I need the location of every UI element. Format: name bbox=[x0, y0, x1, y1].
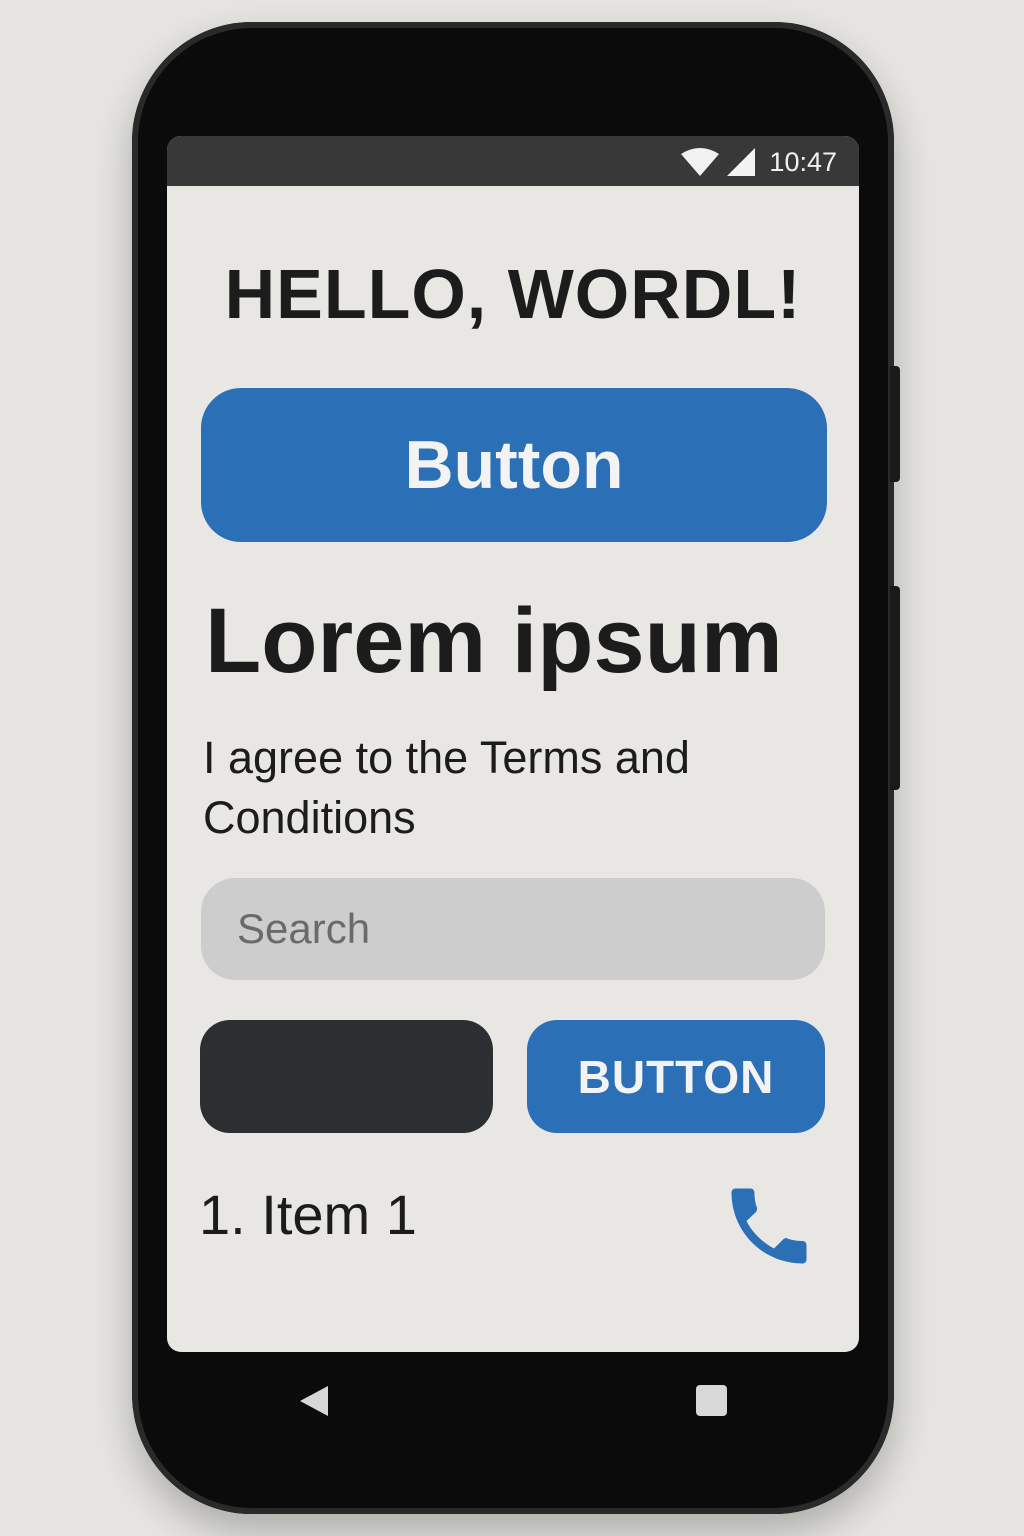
recents-icon[interactable] bbox=[696, 1385, 727, 1416]
wifi-icon bbox=[681, 148, 720, 176]
power-button bbox=[890, 586, 900, 790]
primary-button[interactable]: Button bbox=[201, 388, 827, 542]
secondary-button[interactable]: BUTTON bbox=[527, 1020, 825, 1133]
status-time: 10:47 bbox=[769, 146, 837, 177]
phone-screen: 10:47 HELLO, WORDL! Button Lorem ipsum I… bbox=[167, 136, 859, 1352]
dark-button[interactable] bbox=[200, 1020, 493, 1133]
list-item: 1. Item 1 bbox=[199, 1183, 417, 1246]
status-icons: 10:47 bbox=[681, 146, 837, 178]
page-title: HELLO, WORDL! bbox=[224, 255, 802, 333]
back-icon[interactable] bbox=[298, 1384, 332, 1418]
search-input[interactable] bbox=[201, 878, 825, 980]
phone-icon[interactable] bbox=[719, 1176, 819, 1276]
signal-icon bbox=[727, 148, 756, 176]
section-heading: Lorem ipsum bbox=[205, 590, 783, 692]
terms-text: I agree to the Terms and Conditions bbox=[203, 732, 690, 843]
status-bar: 10:47 bbox=[167, 136, 859, 186]
volume-button bbox=[890, 366, 900, 482]
